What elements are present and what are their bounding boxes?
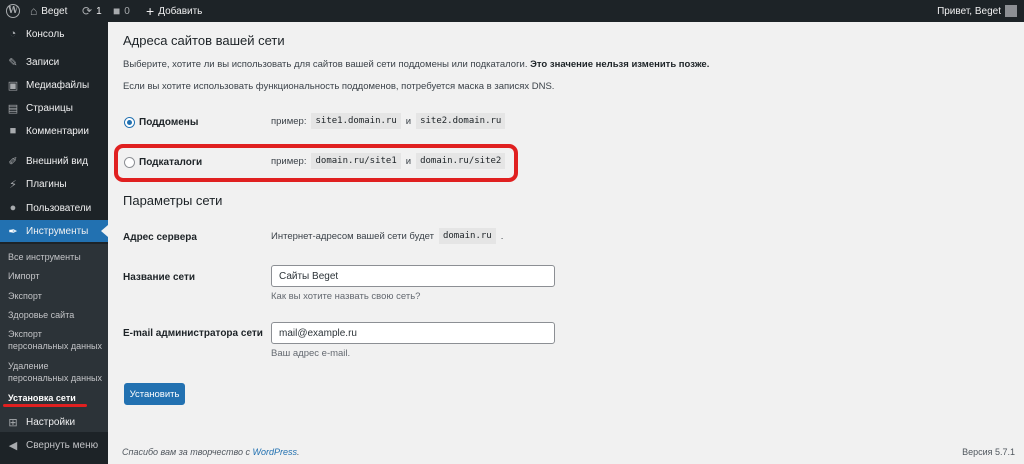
subdir-example-1: domain.ru/site1 bbox=[311, 153, 401, 169]
menu-item-appearance[interactable]: ✐ Внешний вид bbox=[0, 150, 108, 172]
collapse-menu-button[interactable]: ◀ Свернуть меню bbox=[0, 434, 108, 456]
settings-icon: ⊞ bbox=[8, 416, 18, 429]
subdir-example-2: domain.ru/site2 bbox=[416, 153, 506, 169]
comment-icon: ■ bbox=[113, 4, 121, 18]
users-icon: ● bbox=[9, 202, 17, 214]
menu-item-pages[interactable]: ▤ Страницы bbox=[0, 97, 108, 119]
addresses-title: Адреса сайтов вашей сети bbox=[123, 33, 285, 48]
intro-text: Выберите, хотите ли вы использовать для … bbox=[123, 59, 710, 70]
subdomains-label[interactable]: Поддомены bbox=[139, 117, 198, 128]
admin-bar: W ⌂ Beget ⟳ 1 ■ 0 + Добавить Привет, Beg… bbox=[0, 0, 1024, 22]
pin-icon: ✎ bbox=[8, 56, 18, 69]
annotation-underline bbox=[3, 404, 87, 407]
network-name-label: Название сети bbox=[123, 272, 196, 283]
subdomains-radio[interactable] bbox=[124, 117, 135, 128]
subdomain-example-2: site2.domain.ru bbox=[416, 113, 506, 129]
wordpress-logo-icon: W bbox=[6, 4, 20, 18]
install-button[interactable]: Установить bbox=[124, 383, 185, 405]
menu-item-comments[interactable]: ■ Комментарии bbox=[0, 120, 108, 142]
network-name-input[interactable]: Сайты Beget bbox=[271, 265, 555, 287]
updates-link[interactable]: ⟳ 1 bbox=[82, 0, 102, 22]
subdirectories-example: пример: domain.ru/site1 и domain.ru/site… bbox=[271, 153, 506, 169]
comments-link[interactable]: ■ 0 bbox=[113, 0, 130, 22]
media-icon: ▣ bbox=[7, 79, 19, 92]
site-name-link[interactable]: ⌂ Beget bbox=[30, 0, 67, 22]
menu-item-users[interactable]: ● Пользователи bbox=[0, 197, 108, 219]
menu-item-tools[interactable]: ✒ Инструменты bbox=[0, 220, 108, 242]
submenu-item-export-personal-data[interactable]: Экспорт персональных данных bbox=[8, 328, 102, 352]
footer-thanks: Спасибо вам за творчество с WordPress. bbox=[122, 447, 300, 457]
plug-icon: ⚡ bbox=[9, 178, 17, 191]
main-content: Адреса сайтов вашей сети Выберите, хотит… bbox=[108, 22, 1024, 464]
submenu-item-network-setup[interactable]: Установка сети bbox=[8, 392, 76, 404]
version-text: Версия 5.7.1 bbox=[962, 447, 1015, 457]
submenu-item-site-health[interactable]: Здоровье сайта bbox=[8, 309, 74, 321]
wp-logo-button[interactable]: W bbox=[6, 0, 20, 22]
menu-item-media[interactable]: ▣ Медиафайлы bbox=[0, 74, 108, 96]
admin-email-input[interactable]: mail@example.ru bbox=[271, 322, 555, 344]
subdomain-example-1: site1.domain.ru bbox=[311, 113, 401, 129]
subdomains-example: пример: site1.domain.ru и site2.domain.r… bbox=[271, 113, 506, 129]
server-address-value: Интернет-адресом вашей сети будет domain… bbox=[271, 228, 503, 244]
params-title: Параметры сети bbox=[123, 193, 223, 208]
menu-item-posts[interactable]: ✎ Записи bbox=[0, 51, 108, 73]
wordpress-link[interactable]: WordPress bbox=[252, 447, 297, 457]
admin-email-description: Ваш адрес e-mail. bbox=[271, 348, 351, 359]
submenu-item-erase-personal-data[interactable]: Удаление персональных данных bbox=[8, 360, 102, 384]
dns-note: Если вы хотите использовать функциональн… bbox=[123, 81, 555, 92]
menu-item-plugins[interactable]: ⚡ Плагины bbox=[0, 173, 108, 195]
menu-item-settings[interactable]: ⊞ Настройки bbox=[0, 411, 108, 433]
subdirectories-radio[interactable] bbox=[124, 157, 135, 168]
dashboard-icon: ◔ bbox=[9, 28, 17, 40]
collapse-icon: ◀ bbox=[8, 439, 18, 452]
pages-icon: ▤ bbox=[7, 102, 19, 115]
refresh-icon: ⟳ bbox=[82, 4, 93, 18]
wrench-icon: ✒ bbox=[8, 225, 18, 238]
brush-icon: ✐ bbox=[8, 155, 18, 168]
admin-email-label: E-mail администратора сети bbox=[123, 328, 263, 339]
avatar bbox=[1005, 5, 1017, 17]
submenu-item-import[interactable]: Импорт bbox=[8, 270, 39, 282]
comment-icon: ■ bbox=[9, 125, 17, 137]
menu-item-dashboard[interactable]: ◔ Консоль bbox=[0, 23, 108, 45]
network-name-description: Как вы хотите назвать свою сеть? bbox=[271, 291, 421, 302]
server-address-label: Адрес сервера bbox=[123, 232, 197, 243]
admin-sidebar: ◔ Консоль ✎ Записи ▣ Медиафайлы ▤ Страни… bbox=[0, 22, 108, 464]
add-new-link[interactable]: + Добавить bbox=[146, 0, 202, 22]
subdirectories-label[interactable]: Подкаталоги bbox=[139, 157, 202, 168]
plus-icon: + bbox=[146, 3, 155, 19]
account-menu[interactable]: Привет, Beget bbox=[937, 0, 1017, 22]
home-icon: ⌂ bbox=[30, 4, 38, 18]
submenu-item-all-tools[interactable]: Все инструменты bbox=[8, 251, 81, 263]
submenu-item-export[interactable]: Экспорт bbox=[8, 290, 42, 302]
